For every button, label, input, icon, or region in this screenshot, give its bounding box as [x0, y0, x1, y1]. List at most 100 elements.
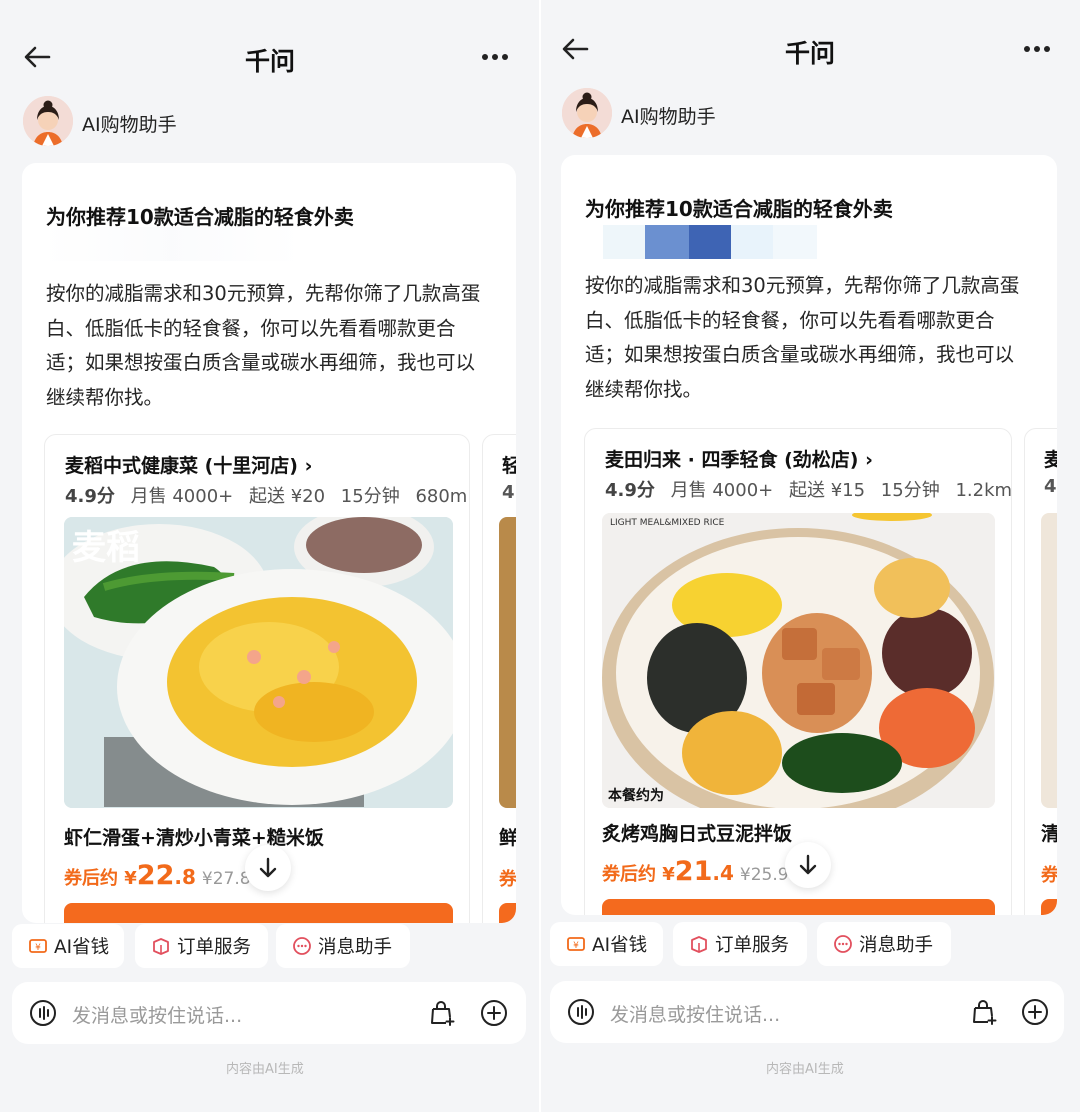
message-body-line: 按你的减脂需求和30元预算，先帮你筛了几款高蛋 — [585, 274, 1020, 297]
next-order-button[interactable] — [499, 903, 516, 923]
chip-label: AI省钱 — [54, 937, 110, 958]
chip-message-assistant[interactable]: 消息助手 — [276, 924, 410, 968]
price-original: ¥27.8 — [201, 869, 251, 889]
more-options-icon[interactable] — [1022, 34, 1052, 64]
message-input-bar[interactable]: 发消息或按住说话... — [12, 982, 526, 1044]
order-box-icon — [689, 934, 709, 954]
yen-coupon-icon: ¥ — [28, 936, 48, 956]
shopping-bag-add-icon[interactable] — [426, 997, 458, 1029]
shop-distance: 680m — [415, 486, 468, 507]
shop-distance: 1.2km — [955, 480, 1012, 501]
message-body: 按你的减脂需求和30元预算，先帮你筛了几款高蛋 白、低脂低卡的轻食餐，你可以先看… — [585, 269, 1045, 407]
dish-image[interactable]: 麦稻 — [64, 517, 453, 808]
message-input[interactable]: 发消息或按住说话... — [610, 1000, 780, 1027]
next-dish-name: 鲜 — [499, 823, 516, 850]
message-body-line: 继续帮你找。 — [46, 385, 164, 409]
screenshot-canvas: 千问 AI购物助手 为你推荐10款适合减脂的轻食外卖 按你的减脂需求和30元预算… — [0, 0, 1080, 1112]
next-shop-rating: 4 — [502, 482, 515, 503]
next-shop-name: 轻 — [502, 451, 516, 478]
voice-icon[interactable] — [566, 997, 596, 1027]
shop-meta: 4.9分 月售 4000+ 起送 ¥15 15分钟 1.2km — [605, 476, 1012, 502]
message-card: 为你推荐10款适合减脂的轻食外卖 按你的减脂需求和30元预算，先帮你筛了几款高蛋… — [561, 155, 1057, 915]
dish-name: 炙烤鸡胸日式豆泥拌饭 — [602, 823, 793, 845]
shop-monthly-sales: 月售 4000+ — [130, 486, 234, 507]
blurred-content — [42, 227, 302, 261]
next-dish-name: 清 — [1041, 819, 1057, 846]
shop-rating: 4.9分 — [65, 486, 115, 507]
arrow-down-icon — [799, 854, 817, 875]
order-box-icon — [151, 936, 171, 956]
image-tagline: LIGHT MEAL&MIXED RICE — [610, 518, 725, 528]
assistant-name: AI购物助手 — [621, 106, 716, 128]
next-price: 券 — [1041, 861, 1057, 887]
scroll-down-button[interactable] — [245, 845, 291, 891]
next-dish-image — [499, 517, 516, 808]
message-title: 为你推荐10款适合减脂的轻食外卖 — [46, 205, 354, 229]
shop-name[interactable]: 麦稻中式健康菜 (十里河店) › — [65, 451, 312, 478]
message-bubble-icon — [833, 934, 853, 954]
next-shop-rating: 4 — [1044, 476, 1057, 497]
blurred-content — [603, 225, 817, 259]
chip-label: 消息助手 — [859, 935, 934, 956]
shop-card[interactable]: 麦田归来 · 四季轻食 (劲松店) › 4.9分 月售 4000+ 起送 ¥15… — [584, 428, 1012, 915]
message-body-line: 白、低脂低卡的轻食餐，你可以先看看哪款更合 — [46, 316, 456, 340]
voice-icon[interactable] — [28, 998, 58, 1028]
price-row: 券后约 ¥22.8 ¥27.8 — [64, 860, 251, 891]
shop-min-order: 起送 ¥15 — [788, 480, 866, 501]
message-body-line: 按你的减脂需求和30元预算，先帮你筛了几款高蛋 — [46, 282, 481, 305]
shop-min-order: 起送 ¥20 — [248, 486, 326, 507]
shop-name[interactable]: 麦田归来 · 四季轻食 (劲松店) › — [605, 445, 873, 472]
panel-divider — [539, 0, 541, 1112]
shop-delivery-time: 15分钟 — [880, 480, 940, 501]
chevron-right-icon: › — [865, 449, 873, 471]
chip-message-assistant[interactable]: 消息助手 — [817, 922, 951, 966]
message-card: 为你推荐10款适合减脂的轻食外卖 按你的减脂需求和30元预算，先帮你筛了几款高蛋… — [22, 163, 516, 923]
next-order-button[interactable] — [1041, 899, 1057, 915]
message-body-line: 白、低脂低卡的轻食餐，你可以先看看哪款更合 — [585, 308, 995, 332]
image-brand-text: 麦稻 — [72, 528, 140, 568]
ai-generated-note: 内容由AI生成 — [766, 1062, 844, 1077]
price-prefix: 券后约 ¥ — [64, 868, 137, 889]
next-shop-card[interactable]: 轻 4 鲜 券 — [482, 434, 516, 923]
next-dish-image — [1041, 513, 1057, 808]
shop-name-text: 麦田归来 · 四季轻食 (劲松店) — [605, 449, 859, 471]
image-badge-text: 本餐约为 — [608, 787, 664, 804]
ai-generated-note: 内容由AI生成 — [226, 1062, 304, 1077]
page-title: 千问 — [244, 47, 295, 76]
price-int: 22 — [136, 860, 175, 891]
scroll-down-button[interactable] — [785, 842, 831, 888]
page-title: 千问 — [784, 39, 835, 68]
next-shop-name: 麦 — [1044, 445, 1057, 472]
chip-ai-save[interactable]: ¥ AI省钱 — [550, 922, 663, 966]
add-circle-icon[interactable] — [478, 997, 510, 1029]
assistant-name: AI购物助手 — [82, 114, 177, 136]
message-body: 按你的减脂需求和30元预算，先帮你筛了几款高蛋 白、低脂低卡的轻食餐，你可以先看… — [46, 277, 506, 415]
order-button[interactable] — [602, 899, 995, 915]
dish-name: 虾仁滑蛋+清炒小青菜+糙米饭 — [64, 827, 324, 849]
more-options-icon[interactable] — [480, 42, 510, 72]
add-circle-icon[interactable] — [1019, 996, 1051, 1028]
message-body-line: 适；如果想按蛋白质含量或碳水再细筛，我也可以 — [46, 351, 476, 374]
chip-order-service[interactable]: 订单服务 — [673, 922, 807, 966]
arrow-down-icon — [259, 857, 277, 878]
svg-text:¥: ¥ — [573, 941, 579, 951]
next-price: 券 — [499, 869, 516, 890]
dish-image[interactable]: LIGHT MEAL&MIXED RICE 本餐约为 — [602, 513, 995, 808]
message-body-line: 继续帮你找。 — [585, 377, 703, 401]
chip-ai-save[interactable]: ¥ AI省钱 — [12, 924, 124, 968]
chip-label: AI省钱 — [592, 935, 648, 956]
price-now: 22.8 — [137, 860, 196, 891]
assistant-avatar[interactable] — [23, 96, 73, 146]
price-prefix: 券后约 ¥ — [602, 864, 675, 885]
shop-meta: 4.9分 月售 4000+ 起送 ¥20 15分钟 680m — [65, 482, 467, 508]
shopping-bag-add-icon[interactable] — [968, 996, 1000, 1028]
order-button[interactable] — [64, 903, 453, 923]
chip-label: 订单服务 — [177, 937, 252, 958]
message-input-bar[interactable]: 发消息或按住说话... — [550, 981, 1064, 1043]
yen-coupon-icon: ¥ — [566, 934, 586, 954]
next-shop-card[interactable]: 麦 4 清 券 — [1024, 428, 1057, 915]
message-input[interactable]: 发消息或按住说话... — [72, 1001, 242, 1028]
chip-order-service[interactable]: 订单服务 — [135, 924, 268, 968]
price-now: 21.4 — [675, 856, 734, 887]
assistant-avatar[interactable] — [562, 88, 612, 138]
